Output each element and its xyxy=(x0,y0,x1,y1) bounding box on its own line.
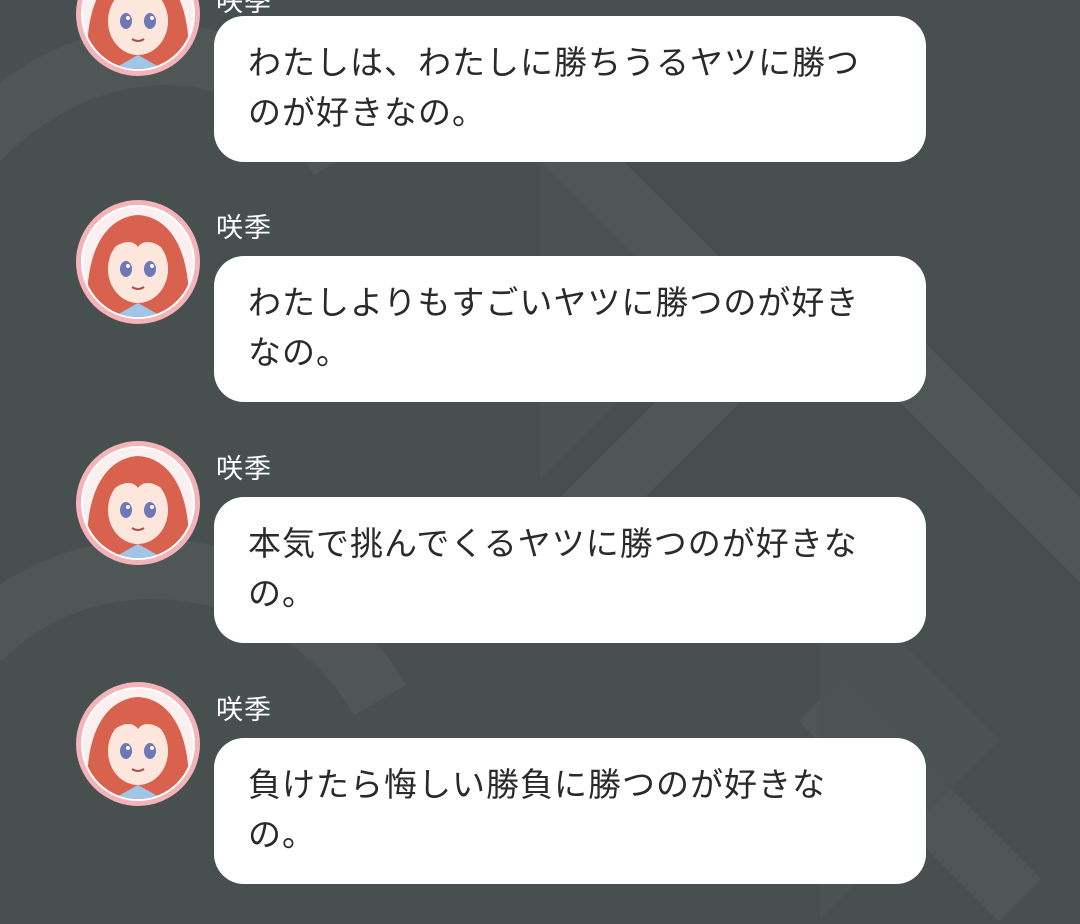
sender-avatar[interactable] xyxy=(76,682,200,806)
chat-message-2: 咲季 わたしよりもすごいヤツに勝つのが好きなの。 xyxy=(0,200,1080,410)
chat-message-3: 咲季 本気で挑んでくるヤツに勝つのが好きなの。 xyxy=(0,441,1080,651)
character-avatar-icon xyxy=(83,0,193,69)
sender-avatar[interactable] xyxy=(76,441,200,565)
sender-name: 咲季 xyxy=(216,695,272,726)
sender-avatar[interactable] xyxy=(76,200,200,324)
sender-name: 咲季 xyxy=(216,454,272,485)
sender-name: 咲季 xyxy=(216,213,272,244)
character-avatar-icon xyxy=(83,689,193,799)
message-bubble[interactable]: わたしよりもすごいヤツに勝つのが好きなの。 xyxy=(214,256,926,402)
chat-message-4: 咲季 負けたら悔しい勝負に勝つのが好きなの。 xyxy=(0,682,1080,892)
character-avatar-icon xyxy=(83,207,193,317)
sender-avatar[interactable] xyxy=(76,0,200,76)
chat-message-1: 咲季 わたしは、わたしに勝ちうるヤツに勝つのが好きなの。 xyxy=(0,0,1080,164)
message-bubble[interactable]: わたしは、わたしに勝ちうるヤツに勝つのが好きなの。 xyxy=(214,16,926,162)
message-bubble[interactable]: 本気で挑んでくるヤツに勝つのが好きなの。 xyxy=(214,497,926,643)
character-avatar-icon xyxy=(83,448,193,558)
message-bubble[interactable]: 負けたら悔しい勝負に勝つのが好きなの。 xyxy=(214,738,926,884)
